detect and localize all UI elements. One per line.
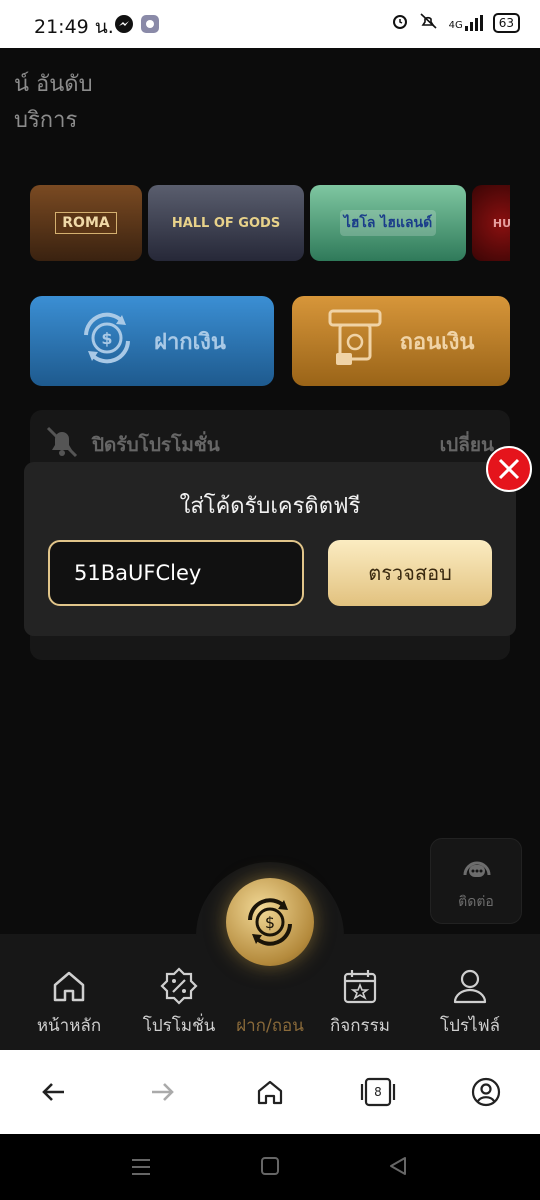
profile-icon [453,969,487,1004]
calendar-icon [343,970,377,1004]
withdraw-label: ถอนเงิน [399,329,475,355]
arrow-left-icon [42,1083,64,1101]
network-type: 4G [448,20,463,31]
game-tile-hilo[interactable]: ไฮโล ไฮแลนด์ [310,185,466,261]
dialog-title: ใส่โค้ดรับเครดิตฟรี [179,494,361,519]
status-icons: 4G 63 [391,12,520,34]
promotion-icon [160,967,198,1005]
game-carousel[interactable]: ROMA HALL OF GODS ไฮโล ไฮแลนด์ HU [30,185,510,261]
close-dialog-button[interactable] [486,446,532,492]
svg-text:$: $ [101,329,112,348]
support-chat-icon [461,857,493,891]
contact-button[interactable]: ติดต่อ [430,838,522,924]
signal-icon: 4G [449,15,483,31]
home-icon [257,1080,283,1105]
game-tile-hall-of-gods[interactable]: HALL OF GODS [148,185,304,261]
atm-icon [328,309,382,373]
game-tile-partial[interactable]: HU [472,185,510,261]
status-bar: 21:49 น. 4G 63 [0,0,540,48]
close-icon [498,458,520,480]
deposit-label: ฝากเงิน [154,329,226,355]
withdraw-button[interactable]: ถอนเงิน [292,296,510,386]
nav-profile-label: โปรไฟล์ [439,1016,501,1036]
game-title: HU [492,216,510,230]
tab-count: 8 [374,1085,382,1099]
verify-button[interactable]: ตรวจสอบ [328,540,492,606]
game-title: ไฮโล ไฮแลนด์ [339,210,437,236]
deposit-button[interactable]: $ ฝากเงิน [30,296,274,386]
arrow-right-icon [152,1083,174,1101]
alarm-icon [391,12,409,34]
app-icon [140,14,160,34]
nav-profile[interactable]: โปรไฟล์ [416,964,524,1044]
svg-text:$: $ [265,913,275,932]
header-line-2: บริการ [14,108,78,133]
game-title: HALL OF GODS [171,215,281,231]
nav-home-label: หน้าหลัก [36,1016,102,1036]
money-exchange-icon: $ [78,309,136,373]
game-tile-roma[interactable]: ROMA [30,185,142,261]
battery-indicator: 63 [492,13,520,33]
code-input[interactable] [48,540,304,606]
messenger-icon [114,14,134,34]
home-icon [53,971,85,1002]
recent-apps-icon[interactable] [130,1156,152,1182]
deposit-withdraw-fab[interactable]: $ [226,878,314,966]
home-square-icon[interactable] [260,1156,280,1180]
bell-off-icon [44,424,80,464]
browser-back-button[interactable] [34,1072,74,1112]
browser-forward-button[interactable] [142,1072,182,1112]
promotion-status: ปิดรับโปรโมชั่น [92,434,220,456]
browser-tabs-button[interactable]: 8 [358,1072,398,1112]
back-triangle-icon[interactable] [388,1156,408,1180]
contact-label: ติดต่อ [458,894,494,910]
nav-activities[interactable]: กิจกรรม [306,964,414,1044]
nav-home[interactable]: หน้าหลัก [15,964,123,1044]
mute-icon [419,12,439,34]
nav-activities-label: กิจกรรม [329,1016,390,1036]
browser-account-button[interactable] [466,1072,506,1112]
account-icon [471,1077,501,1107]
status-time: 21:49 น. [34,16,114,38]
system-navigation-bar [0,1134,540,1200]
promotion-change-link[interactable]: เปลี่ยน [440,430,494,460]
exchange-icon: $ [248,898,292,946]
free-credit-code-dialog: ใส่โค้ดรับเครดิตฟรี ตรวจสอบ [24,462,516,636]
game-title: ROMA [55,212,117,234]
header-line-1: น์ อันดับ [14,72,93,97]
browser-toolbar: 8 [0,1050,540,1134]
browser-home-button[interactable] [250,1072,290,1112]
